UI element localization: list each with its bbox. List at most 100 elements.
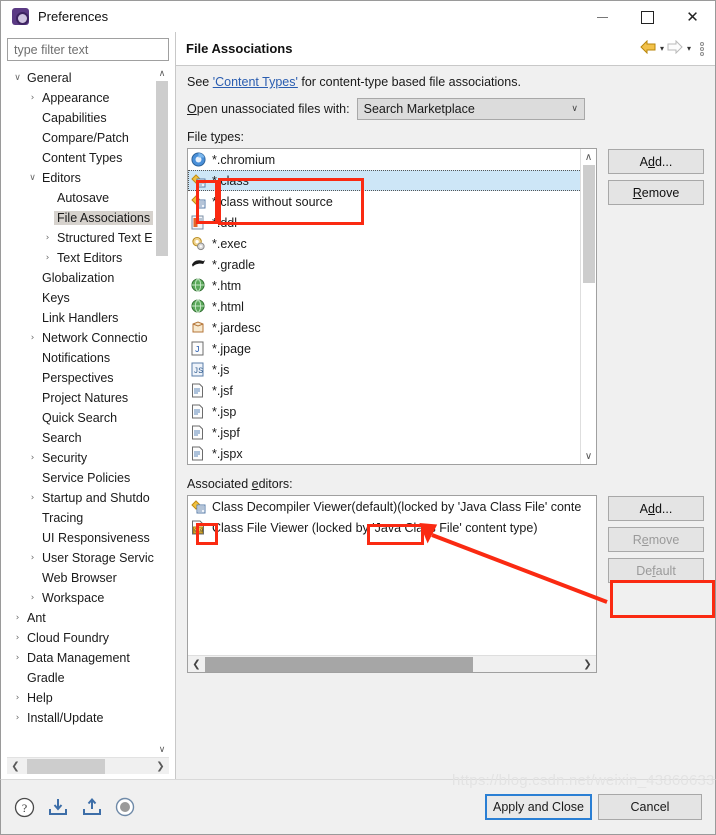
chevron-right-icon[interactable]: › [11,713,24,723]
forward-dropdown-chevron-down-icon[interactable]: ▾ [687,44,691,53]
associated-editors-list[interactable]: Class Decompiler Viewer (default) (locke… [187,495,597,673]
file-type-row[interactable]: JS *.js [188,359,596,380]
tree-scroll-down-arrow[interactable]: ∨ [155,743,169,757]
chevron-right-icon[interactable]: › [26,493,39,503]
file-type-row[interactable]: *.exec [188,233,596,254]
sidebar-item-text-editors[interactable]: › Text Editors [7,248,155,268]
cancel-button[interactable]: Cancel [598,794,702,820]
file-types-scroll-up-arrow[interactable]: ∧ [581,149,597,165]
sidebar-item-file-associations[interactable]: File Associations [7,208,155,228]
file-type-row[interactable]: *.ddl [188,212,596,233]
back-nav[interactable]: ▾ [640,39,664,57]
tree-vertical-scrollbar[interactable]: ∧ ∨ [155,67,169,757]
sidebar-item-autosave[interactable]: Autosave [7,188,155,208]
file-types-scroll-thumb[interactable] [582,165,595,283]
editors-scroll-left-arrow[interactable]: ❮ [188,659,205,670]
sidebar-item-search[interactable]: Search [7,428,155,448]
sidebar-item-install-update[interactable]: › Install/Update [7,708,155,728]
sidebar-item-quick-search[interactable]: Quick Search [7,408,155,428]
sidebar-item-notifications[interactable]: Notifications [7,348,155,368]
sidebar-item-perspectives[interactable]: Perspectives [7,368,155,388]
sidebar-item-project-natures[interactable]: Project Natures [7,388,155,408]
file-type-row[interactable]: *.html [188,296,596,317]
chevron-right-icon[interactable]: › [26,333,39,343]
sidebar-item-web-browser[interactable]: Web Browser [7,568,155,588]
file-type-row[interactable]: *.class [188,170,596,191]
file-type-row[interactable]: *.jsf [188,380,596,401]
sidebar-item-link-handlers[interactable]: Link Handlers [7,308,155,328]
associated-editor-row[interactable]: Class Decompiler Viewer (default) (locke… [188,496,596,517]
file-type-row[interactable]: *.jspx [188,443,596,464]
minimize-button[interactable] [580,1,625,33]
open-unassociated-select[interactable]: Search Marketplace ∨ [356,98,585,120]
tree-scroll-track[interactable] [155,81,169,743]
restore-defaults-icon[interactable] [115,797,135,817]
sidebar-item-data-management[interactable]: › Data Management [7,648,155,668]
sidebar-item-keys[interactable]: Keys [7,288,155,308]
chevron-right-icon[interactable]: › [11,613,24,623]
chevron-down-icon[interactable]: ∨ [566,104,584,114]
tree-hscroll-track[interactable] [24,758,152,774]
sidebar-item-workspace[interactable]: › Workspace [7,588,155,608]
forward-nav[interactable]: ▾ [667,39,691,57]
editors-hscroll-track[interactable] [205,656,579,672]
chevron-right-icon[interactable]: › [26,553,39,563]
chevron-right-icon[interactable]: › [11,653,24,663]
tree-horizontal-scrollbar[interactable]: ❮ ❯ [7,757,169,774]
sidebar-item-user-storage-servic[interactable]: › User Storage Servic [7,548,155,568]
chevron-right-icon[interactable]: › [26,453,39,463]
chevron-right-icon[interactable]: › [11,633,24,643]
file-types-scroll-track[interactable] [580,165,596,448]
add-button[interactable]: Ad d... [608,149,704,174]
maximize-button[interactable] [625,1,670,33]
file-type-row[interactable]: *.htm [188,275,596,296]
chevron-right-icon[interactable]: › [26,593,39,603]
export-icon[interactable] [81,797,103,817]
chevron-right-icon[interactable]: › [41,253,54,263]
sidebar-item-cloud-foundry[interactable]: › Cloud Foundry [7,628,155,648]
sidebar-item-help[interactable]: › Help [7,688,155,708]
content-types-link[interactable]: 'Content Types' [213,75,298,89]
tree-hscroll-thumb[interactable] [27,758,105,774]
forward-arrow-icon[interactable] [667,39,683,57]
back-dropdown-chevron-down-icon[interactable]: ▾ [660,44,664,53]
tree-scroll-right-arrow[interactable]: ❯ [152,761,169,772]
help-icon[interactable]: ? [14,797,35,818]
sidebar-item-general[interactable]: ∨ General [7,68,155,88]
file-types-vertical-scrollbar[interactable]: ∧ ∨ [580,149,596,464]
file-types-list[interactable]: *.chromium *.class *.class without source *… [187,148,597,465]
sidebar-item-gradle[interactable]: Gradle [7,668,155,688]
tree-scroll-left-arrow[interactable]: ❮ [7,761,24,772]
sidebar-item-ui-responsiveness[interactable]: UI Responsiveness [7,528,155,548]
sidebar-item-structured-text-e[interactable]: › Structured Text E [7,228,155,248]
editors-scroll-right-arrow[interactable]: ❯ [579,659,596,670]
sidebar-item-editors[interactable]: ∨ Editors [7,168,155,188]
sidebar-item-service-policies[interactable]: Service Policies [7,468,155,488]
import-icon[interactable] [47,797,69,817]
add-button[interactable]: Ad d... [608,496,704,521]
filter-input[interactable]: type filter text [7,38,169,61]
chevron-down-icon[interactable]: ∨ [26,173,39,183]
file-type-row[interactable]: *.class without source [188,191,596,212]
editors-hscroll-thumb[interactable] [205,656,473,672]
sidebar-item-startup-and-shutdo[interactable]: › Startup and Shutdo [7,488,155,508]
chevron-right-icon[interactable]: › [11,693,24,703]
sidebar-item-compare-patch[interactable]: Compare/Patch [7,128,155,148]
sidebar-item-globalization[interactable]: Globalization [7,268,155,288]
preferences-tree[interactable]: ∨ General › Appearance Capabilities Compare/P… [7,67,169,757]
sidebar-item-appearance[interactable]: › Appearance [7,88,155,108]
chevron-right-icon[interactable]: › [41,233,54,243]
view-menu-icon[interactable] [700,41,704,56]
editors-horizontal-scrollbar[interactable]: ❮ ❯ [188,655,596,672]
file-type-row[interactable]: J *.jpage [188,338,596,359]
sidebar-item-tracing[interactable]: Tracing [7,508,155,528]
file-types-scroll-down-arrow[interactable]: ∨ [581,448,597,464]
tree-scroll-thumb[interactable] [156,81,168,256]
chevron-down-icon[interactable]: ∨ [11,73,24,83]
tree-scroll-up-arrow[interactable]: ∧ [155,67,169,81]
apply-and-close-button[interactable]: Apply and Close [485,794,592,820]
file-type-row[interactable]: *.gradle [188,254,596,275]
back-arrow-icon[interactable] [640,39,656,57]
close-button[interactable]: ✕ [670,1,715,33]
chevron-right-icon[interactable]: › [26,93,39,103]
